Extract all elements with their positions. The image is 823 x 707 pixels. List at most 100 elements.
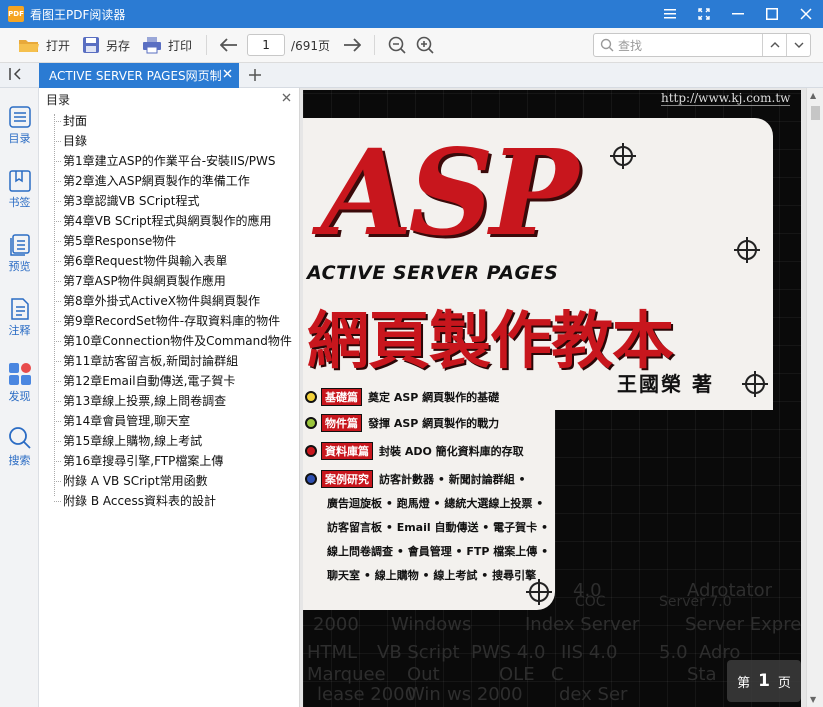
rail-label: 书签 [8,196,31,209]
new-tab-button[interactable] [246,65,264,85]
bullet-text: 訪客計數器 • 新聞討論群組 • [379,473,526,486]
crosshair-mark [742,371,768,397]
rail-item-discover[interactable]: 发现 [0,362,39,418]
outline-item[interactable]: 第1章建立ASP的作業平台-安裝IIS/PWS [39,151,299,171]
bg-text: C [551,664,564,685]
bg-text: lease 2000 [317,684,417,705]
prev-page-button[interactable] [215,31,243,59]
bg-text: PWS 4.0 [471,642,546,663]
scroll-up-icon[interactable]: ▲ [810,91,816,100]
outline-item[interactable]: 第7章ASP物件與網頁製作應用 [39,271,299,291]
outline-item[interactable]: 第12章Email自動傳送,電子賀卡 [39,371,299,391]
maximize-button[interactable] [755,0,789,28]
zoom-out-button[interactable] [383,31,411,59]
rail-item-search[interactable]: 搜索 [0,426,39,482]
page-number-input[interactable]: 1 [247,34,286,56]
search-icon [8,427,31,449]
outline-item[interactable]: 第6章Request物件與輸入表單 [39,251,299,271]
outline-item[interactable]: 第14章會員管理,聊天室 [39,411,299,431]
close-outline-icon[interactable] [282,91,291,105]
outline-item[interactable]: 第5章Response物件 [39,231,299,251]
arrow-left-icon [220,38,238,52]
outline-item[interactable]: 目錄 [39,131,299,151]
tab-bar: ACTIVE SERVER PAGES网页制 [0,63,823,88]
outline-item[interactable]: 第15章線上購物,線上考試 [39,431,299,451]
search-input[interactable]: 查找 [593,33,811,57]
toolbar-divider [374,35,375,55]
bullet-dot-icon [305,417,317,429]
next-page-button[interactable] [338,31,366,59]
collapse-sidebar-button[interactable] [8,67,28,85]
outline-item[interactable]: 第4章VB SCript程式與網頁製作的應用 [39,211,299,231]
app-title: 看图王PDF阅读器 [30,7,126,22]
rail-item-bookmark[interactable]: 书签 [0,170,39,226]
crosshair-mark [610,143,636,169]
outline-item[interactable]: 附錄 B Access資料表的設計 [39,491,299,511]
search-placeholder: 查找 [618,38,643,53]
bullet-text: 發揮 ASP 網頁製作的戰力 [368,417,500,430]
crosshair-mark [734,237,760,263]
discover-icon [8,363,31,385]
outline-item[interactable]: 第8章外掛式ActiveX物件與網頁製作 [39,291,299,311]
scroll-down-icon[interactable]: ▼ [810,695,816,704]
zoom-out-icon [388,36,406,54]
menu-icon[interactable] [653,0,687,28]
close-tab-icon[interactable] [223,67,232,81]
annotation-icon [10,298,29,320]
save-as-button[interactable]: 另存 [76,31,136,59]
rail-item-annotation[interactable]: 注释 [0,298,39,354]
rail-item-preview[interactable]: 预览 [0,234,39,290]
outline-item[interactable]: 第9章RecordSet物件-存取資料庫的物件 [39,311,299,331]
outline-item[interactable]: 第2章進入ASP網頁製作的準備工作 [39,171,299,191]
bullet-text: 封裝 ADO 簡化資料庫的存取 [379,445,524,458]
outline-item[interactable]: 第13章線上投票,線上問卷調查 [39,391,299,411]
bg-text: Windows [391,614,472,635]
plus-icon [249,69,261,81]
scrollbar-thumb[interactable] [811,106,820,120]
page-indicator-prefix: 第 [737,675,751,691]
outline-title: 目录 [46,92,71,107]
bg-text: OLE [499,664,535,685]
outline-item[interactable]: 第3章認識VB SCript程式 [39,191,299,211]
zoom-in-button[interactable] [411,31,439,59]
save-icon [83,37,100,53]
outline-item[interactable]: 封面 [39,111,299,131]
bullet-tag: 資料庫篇 [321,442,373,460]
document-tab[interactable]: ACTIVE SERVER PAGES网页制 [39,63,239,88]
bullet-tag: 物件篇 [321,414,362,432]
crosshair-mark [526,579,552,605]
rail-item-toc[interactable]: 目录 [0,106,39,162]
outline-list: 封面 目錄 第1章建立ASP的作業平台-安裝IIS/PWS 第2章進入ASP網頁… [39,110,299,511]
cover-feature-line: 廣告迴旋板 • 跑馬燈 • 總統大選線上投票 • [327,497,544,510]
cover-feature-line: 線上問卷調查 • 會員管理 • FTP 檔案上傳 • [327,545,549,558]
minimize-button[interactable] [721,0,755,28]
toolbar-divider [206,35,208,55]
bg-text: IIS 4.0 [561,642,618,663]
cover-bullet: 物件篇 發揮 ASP 網頁製作的戰力 [305,414,499,432]
vertical-scrollbar[interactable]: ▲ ▼ [806,88,823,707]
outline-item[interactable]: 第10章Connection物件及Command物件 [39,331,299,351]
outline-item[interactable]: 附錄 A VB SCript常用函數 [39,471,299,491]
open-button[interactable]: 打开 [12,31,76,59]
print-button[interactable]: 打印 [136,31,198,59]
search-icon [600,38,614,52]
cover-url: http://www.kj.com.tw [661,91,791,106]
page-total: /691页 [291,38,330,53]
fullscreen-icon[interactable] [687,0,721,28]
page-indicator-number: 1 [758,671,770,691]
zoom-in-icon [416,36,434,54]
outline-item[interactable]: 第16章搜尋引擎,FTP檔案上傳 [39,451,299,471]
bullet-dot-icon [305,473,317,485]
bullet-tag: 案例研究 [321,470,373,488]
close-button[interactable] [789,0,823,28]
cover-bullet: 基礎篇 奠定 ASP 網頁製作的基礎 [305,388,499,406]
document-viewer[interactable]: 4.0 Adrotator COC Server 7.0 2000 Window… [300,88,806,707]
bg-text: Sta [687,664,717,685]
search-prev-button[interactable] [762,34,786,56]
outline-item[interactable]: 第11章訪客留言板,新聞討論群組 [39,351,299,371]
window-controls [653,0,823,28]
preview-icon [9,234,30,256]
printer-icon [143,37,162,54]
search-next-button[interactable] [786,34,810,56]
rail-label: 搜索 [8,454,31,467]
